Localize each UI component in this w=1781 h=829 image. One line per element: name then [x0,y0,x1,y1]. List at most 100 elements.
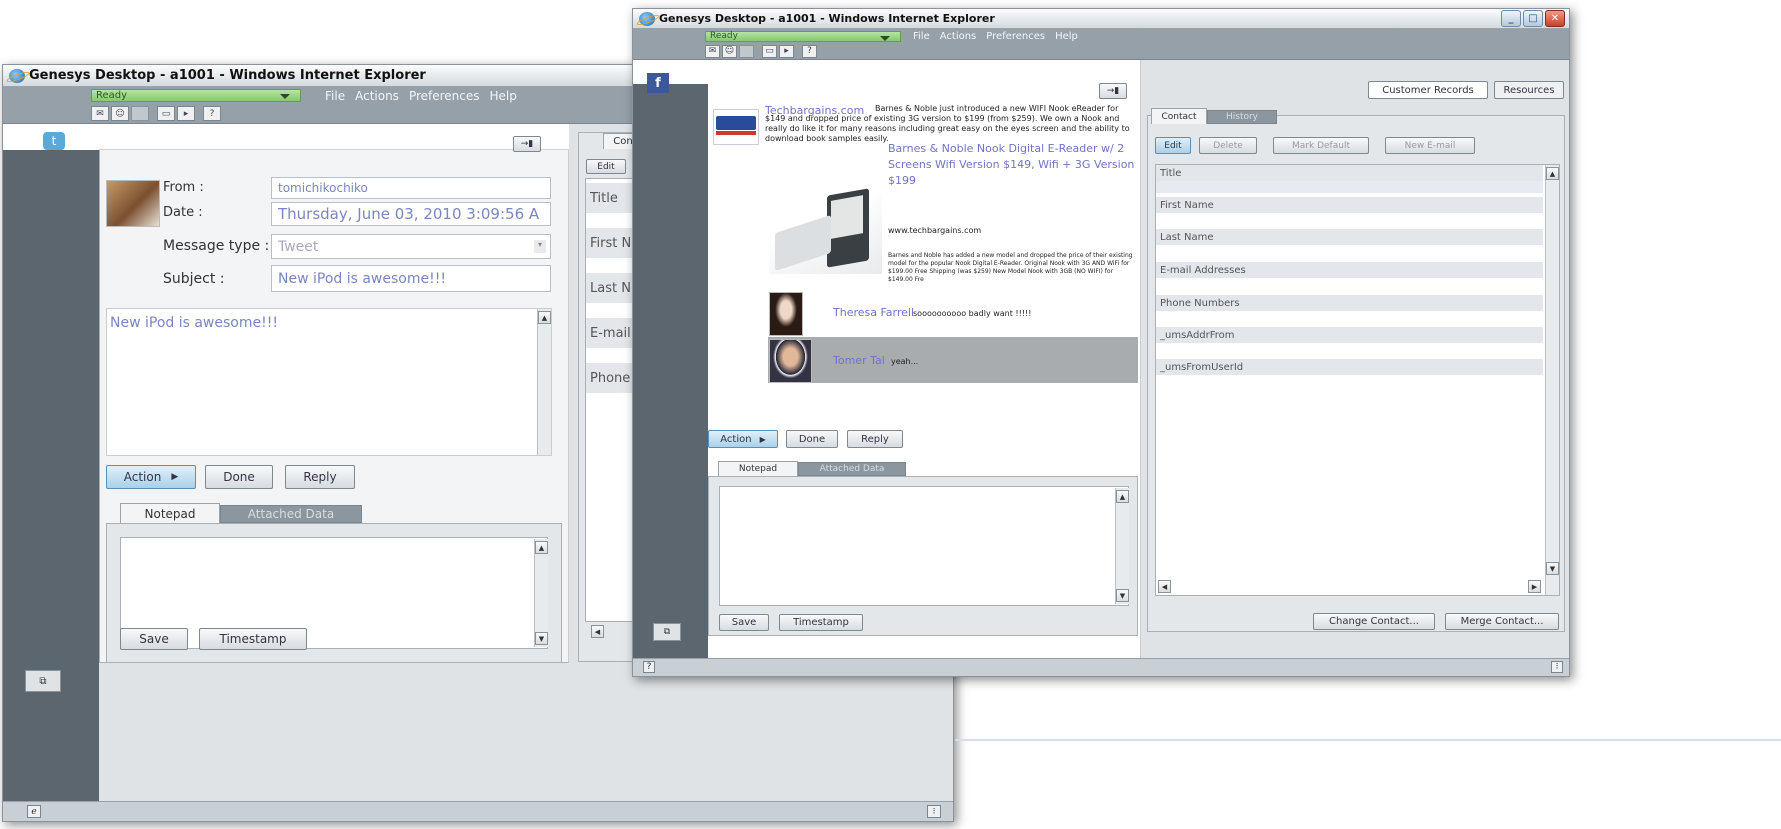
mail-icon[interactable]: ✉ [91,106,109,121]
comment-2-name[interactable]: Tomer Tal [833,353,885,369]
contact-row-label: Title [590,190,618,206]
scroll-left-icon[interactable]: ◀ [1158,580,1171,593]
left-status-dropdown[interactable]: Ready [91,89,301,102]
left-notepad-scrollbar[interactable]: ▲ ▼ [534,539,548,647]
window-tool-icon[interactable]: ▭ [157,106,175,121]
forward-tool-icon[interactable]: ▸ [177,106,195,121]
right-menu-actions[interactable]: Actions [940,31,977,42]
twitter-bird-icon: t [43,132,65,150]
left-tab-notepad[interactable]: Notepad [120,503,220,523]
minimize-icon[interactable]: _ [1501,10,1521,27]
left-edit-partial-button[interactable]: Edit [586,159,626,174]
record-field-lastname: Last Name [1156,229,1543,245]
record-edit-button[interactable]: Edit [1155,137,1191,154]
link-title[interactable]: Barnes & Noble Nook Digital E-Reader w/ … [888,141,1136,189]
record-field-label: E-mail Addresses [1160,264,1246,276]
left-menu-preferences[interactable]: Preferences [409,89,480,103]
scroll-left-icon[interactable]: ◀ [591,625,604,638]
window-tool-icon[interactable]: ▭ [762,44,777,58]
left-menu-actions[interactable]: Actions [355,89,399,103]
contacts-icon[interactable]: ☺ [111,106,129,121]
left-undock-button[interactable]: →▮ [513,136,541,152]
scroll-down-icon[interactable]: ▼ [1546,562,1559,575]
history-subtab[interactable]: History [1207,110,1277,124]
message-body-area[interactable]: New iPod is awesome!!! ▲ [106,308,552,456]
left-menu-file[interactable]: File [325,89,345,103]
scroll-up-icon[interactable]: ▲ [1546,167,1559,180]
contacts-icon[interactable]: ☺ [722,44,737,58]
left-reply-button[interactable]: Reply [285,465,355,489]
blank-tool-icon[interactable] [739,44,754,58]
resize-icon[interactable]: ⁝ [1551,661,1563,673]
record-value-title[interactable] [1156,181,1543,193]
forward-tool-icon[interactable]: ▸ [779,44,794,58]
record-new-email-button[interactable]: New E-mail [1385,137,1475,154]
scroll-up-icon[interactable]: ▲ [1116,490,1129,503]
customer-records-tab[interactable]: Customer Records [1368,81,1488,99]
selected-comment-row[interactable] [768,337,1138,383]
scroll-up-icon[interactable]: ▲ [538,311,551,324]
right-menu-help[interactable]: Help [1055,31,1078,42]
left-menu-help[interactable]: Help [490,89,517,103]
left-dock-icon[interactable]: ⧉ [25,670,61,692]
comment-1-name[interactable]: Theresa Farrell [833,305,914,321]
records-scrollbar[interactable]: ▲ ▼ [1545,165,1559,595]
left-save-button[interactable]: Save [120,628,188,650]
facebook-icon: f [647,73,669,93]
resources-tab[interactable]: Resources [1494,81,1564,99]
subject-field[interactable]: New iPod is awesome!!! [271,265,551,292]
resize-icon[interactable]: ⁝ [927,805,941,818]
help-tool-icon[interactable]: ? [802,44,817,58]
right-timestamp-button[interactable]: Timestamp [779,614,863,631]
right-notepad-scrollbar[interactable]: ▲ ▼ [1115,488,1129,604]
scroll-right-icon[interactable]: ▶ [1528,580,1541,593]
right-title-bar[interactable]: Genesys Desktop - a1001 - Windows Intern… [633,9,1569,29]
maximize-icon[interactable]: □ [1523,10,1543,27]
right-dock-icon[interactable]: ⧉ [653,623,681,641]
record-delete-button[interactable]: Delete [1199,137,1257,154]
contact-subtab[interactable]: Contact [1151,108,1207,124]
right-menu-preferences[interactable]: Preferences [986,31,1045,42]
right-tab-attached-data[interactable]: Attached Data [798,462,906,476]
arrow-right-icon: ▶ [759,434,766,444]
comment-2-text: yeah... [891,357,919,366]
left-panel-header [99,124,569,150]
message-type-select[interactable]: Tweet ▾ [271,234,551,259]
right-menu-file[interactable]: File [913,31,930,42]
right-reply-button[interactable]: Reply [847,430,903,448]
left-done-button[interactable]: Done [205,465,273,489]
right-browser-window: Genesys Desktop - a1001 - Windows Intern… [632,8,1570,677]
sender-avatar [106,180,160,227]
link-url[interactable]: www.techbargains.com [888,226,981,236]
right-side-strip [633,60,708,658]
body-scrollbar[interactable]: ▲ [537,309,551,455]
scroll-down-icon[interactable]: ▼ [535,632,548,645]
right-tab-notepad[interactable]: Notepad [718,461,798,476]
left-timestamp-button[interactable]: Timestamp [199,628,307,650]
right-save-button[interactable]: Save [719,614,769,631]
right-status-dropdown[interactable]: Ready [705,30,901,42]
change-contact-button[interactable]: Change Contact... [1313,613,1435,630]
mail-icon[interactable]: ✉ [705,44,720,58]
scroll-up-icon[interactable]: ▲ [535,541,548,554]
right-action-button[interactable]: Action ▶ [708,430,778,448]
merge-contact-button[interactable]: Merge Contact... [1445,613,1559,630]
tech-logo-mark [716,116,756,130]
left-status-text: Ready [96,90,128,101]
from-field[interactable]: tomichikochiko [271,177,551,199]
record-mark-default-button[interactable]: Mark Default [1273,137,1369,154]
date-label: Date : [163,205,203,220]
right-done-button[interactable]: Done [786,430,838,448]
close-icon[interactable]: ✕ [1545,10,1565,27]
comment-1-text: soooooooooo badly want !!!!! [913,309,1032,318]
right-undock-button[interactable]: →▮ [1099,83,1127,99]
left-action-button[interactable]: Action ▶ [106,465,196,489]
blank-tool-icon[interactable] [131,106,149,121]
message-type-value: Tweet [278,238,319,255]
chevron-down-icon: ▾ [534,240,546,253]
left-tab-attached-data[interactable]: Attached Data [220,505,362,523]
date-field[interactable]: Thursday, June 03, 2010 3:09:56 A [271,202,551,226]
help-tool-icon[interactable]: ? [203,106,221,121]
right-notepad-text[interactable] [719,486,1129,606]
scroll-down-icon[interactable]: ▼ [1116,589,1129,602]
